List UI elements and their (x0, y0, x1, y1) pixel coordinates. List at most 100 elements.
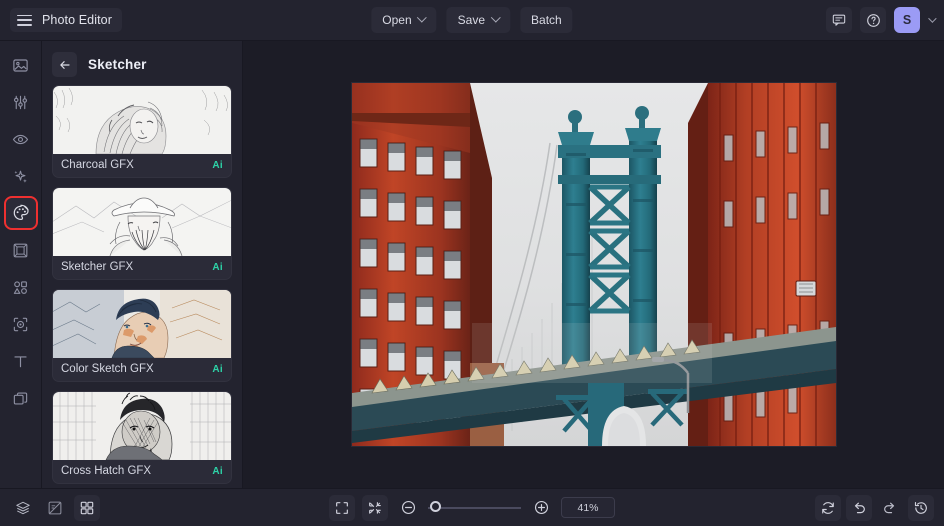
zoom-controls: 41% (329, 495, 615, 521)
image-icon (12, 57, 29, 74)
chat-icon (832, 13, 846, 27)
bottom-toolbar: 41% (0, 488, 944, 526)
app-title: Photo Editor (42, 13, 112, 27)
sliders-icon (12, 94, 29, 111)
zoom-slider-track[interactable] (428, 507, 521, 509)
palette-icon (12, 204, 30, 222)
top-toolbar: Photo Editor Open Save Batch (0, 0, 944, 41)
effect-card-sketcher[interactable]: Sketcher GFX Ai (52, 187, 232, 280)
effect-label-row: Cross Hatch GFX Ai (53, 460, 231, 483)
canvas-area[interactable] (243, 41, 944, 488)
canvas-image[interactable] (352, 83, 836, 446)
rail-item-text[interactable] (6, 346, 36, 376)
effect-label-row: Sketcher GFX Ai (53, 256, 231, 279)
fit-to-screen-button[interactable] (362, 495, 388, 521)
eye-icon (12, 131, 29, 148)
text-icon (12, 353, 29, 370)
effect-label-row: Charcoal GFX Ai (53, 154, 231, 177)
effect-thumbnail (53, 392, 231, 460)
rail-item-effects[interactable] (6, 161, 36, 191)
rail-item-retouch[interactable] (6, 124, 36, 154)
help-button[interactable] (860, 7, 886, 33)
history-controls (815, 495, 934, 521)
rail-item-ai-styles[interactable] (6, 198, 36, 228)
tool-rail (0, 41, 42, 488)
effect-label-row: Color Sketch GFX Ai (53, 358, 231, 381)
zoom-slider[interactable] (428, 507, 521, 509)
frame-icon (12, 242, 29, 259)
question-circle-icon (866, 13, 881, 28)
fit-to-screen-icon (367, 500, 383, 516)
panel-header: Sketcher (42, 41, 242, 85)
chevron-down-icon (491, 12, 501, 22)
effect-card-color-sketch[interactable]: Color Sketch GFX Ai (52, 289, 232, 382)
rail-item-layers[interactable] (6, 383, 36, 413)
zoom-out-button[interactable] (395, 495, 421, 521)
grid-button[interactable] (74, 495, 100, 521)
redo-button[interactable] (877, 495, 903, 521)
history-button[interactable] (908, 495, 934, 521)
effects-list[interactable]: Charcoal GFX Ai (42, 85, 242, 488)
editor-body: Sketcher (0, 41, 944, 488)
effect-name: Charcoal GFX (61, 159, 134, 171)
effect-thumbnail (53, 290, 231, 358)
effect-card-cross-hatch[interactable]: Cross Hatch GFX Ai (52, 391, 232, 484)
user-avatar[interactable]: S (894, 7, 920, 33)
effect-thumbnail (53, 86, 231, 154)
ai-badge: Ai (212, 262, 223, 273)
save-label: Save (458, 13, 485, 27)
panel-back-button[interactable] (52, 52, 77, 77)
app-menu-button[interactable]: Photo Editor (10, 8, 122, 32)
zoom-level-field[interactable]: 41% (561, 497, 615, 518)
undo-button[interactable] (846, 495, 872, 521)
open-button[interactable]: Open (371, 7, 436, 33)
rail-item-frames[interactable] (6, 235, 36, 265)
overlay-icon (12, 316, 29, 333)
zoom-in-button[interactable] (528, 495, 554, 521)
ai-badge: Ai (212, 364, 223, 375)
effect-card-charcoal[interactable]: Charcoal GFX Ai (52, 85, 232, 178)
file-actions: Open Save Batch (371, 7, 572, 33)
effect-name: Sketcher GFX (61, 261, 133, 273)
panel-title: Sketcher (88, 57, 147, 72)
zoom-level-value: 41% (577, 502, 598, 514)
reset-button[interactable] (815, 495, 841, 521)
zoom-slider-handle[interactable] (430, 501, 441, 512)
rail-item-shapes[interactable] (6, 272, 36, 302)
open-label: Open (382, 13, 411, 27)
feedback-button[interactable] (826, 7, 852, 33)
shapes-icon (12, 279, 29, 296)
fullscreen-button[interactable] (329, 495, 355, 521)
reset-icon (820, 500, 836, 516)
save-button[interactable]: Save (447, 7, 510, 33)
grid-icon (79, 500, 95, 516)
effect-thumbnail (53, 188, 231, 256)
arrow-left-icon (58, 58, 72, 72)
batch-button[interactable]: Batch (520, 7, 573, 33)
effect-name: Color Sketch GFX (61, 363, 154, 375)
undo-icon (851, 500, 867, 516)
layers-icon (15, 500, 31, 516)
zoom-in-icon (533, 499, 550, 516)
effects-panel: Sketcher (42, 41, 243, 488)
history-icon (913, 500, 929, 516)
canvas-container (243, 41, 944, 488)
duplicate-icon (12, 390, 29, 407)
compare-icon (47, 500, 63, 516)
sparkles-icon (12, 168, 29, 185)
chevron-down-icon (417, 12, 427, 22)
rail-item-image[interactable] (6, 50, 36, 80)
avatar-initial: S (903, 13, 911, 27)
compare-button[interactable] (42, 495, 68, 521)
fullscreen-icon (334, 500, 350, 516)
chevron-down-icon[interactable] (928, 14, 936, 22)
zoom-out-icon (400, 499, 417, 516)
redo-icon (882, 500, 898, 516)
rail-item-overlays[interactable] (6, 309, 36, 339)
top-right-actions: S (826, 7, 934, 33)
ai-badge: Ai (212, 160, 223, 171)
rail-item-adjust[interactable] (6, 87, 36, 117)
batch-label: Batch (531, 13, 562, 27)
layers-button[interactable] (10, 495, 36, 521)
effect-name: Cross Hatch GFX (61, 465, 151, 477)
